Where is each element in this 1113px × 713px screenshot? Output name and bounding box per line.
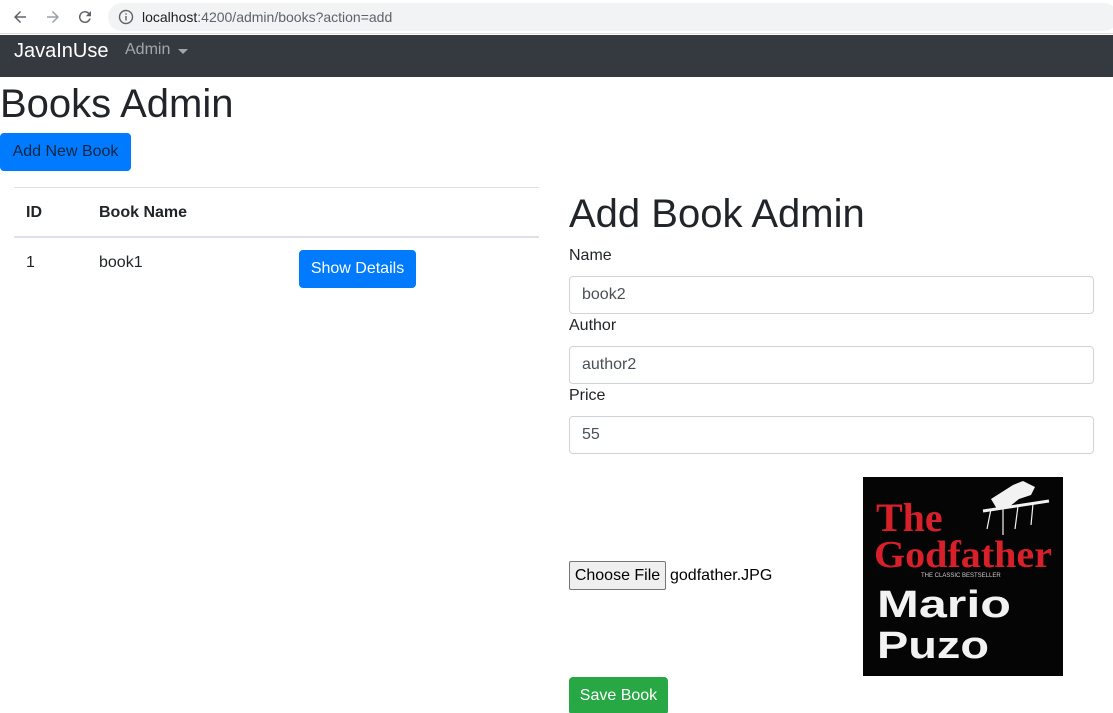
page-title: Books Admin (0, 82, 234, 126)
book-cover-image: The Godfather THE CLASSIC BESTSELLER Mar… (863, 477, 1063, 676)
cover-tagline: THE CLASSIC BESTSELLER (921, 573, 1001, 579)
price-label: Price (569, 387, 606, 404)
browser-toolbar: localhost:4200/admin/books?action=add (0, 0, 1113, 34)
reload-icon[interactable] (73, 5, 97, 29)
price-input[interactable] (569, 416, 1094, 454)
cover-title-line2: Godfather (874, 534, 1052, 576)
add-new-book-button[interactable]: Add New Book (0, 133, 131, 171)
show-details-button[interactable]: Show Details (299, 250, 416, 288)
table-divider (14, 187, 539, 188)
choose-file-button[interactable]: Choose File (569, 561, 666, 590)
cover-author-line1: Mario (877, 584, 1011, 626)
info-icon[interactable] (118, 9, 134, 25)
save-book-button[interactable]: Save Book (569, 677, 668, 713)
author-input[interactable] (569, 346, 1094, 384)
navbar-brand[interactable]: JavaInUse (14, 40, 109, 63)
admin-dropdown-label: Admin (125, 41, 171, 58)
table-header-id: ID (26, 204, 42, 221)
row-id-cell: 1 (26, 254, 35, 271)
app-navbar: JavaInUse Admin (0, 35, 1113, 77)
name-input[interactable] (569, 276, 1094, 314)
row-name-cell: book1 (99, 254, 143, 271)
address-bar[interactable]: localhost:4200/admin/books?action=add (108, 3, 1113, 31)
form-title: Add Book Admin (569, 192, 865, 236)
cover-author-line2: Puzo (877, 625, 989, 667)
name-label: Name (569, 247, 612, 264)
author-label: Author (569, 317, 617, 334)
admin-dropdown[interactable]: Admin (125, 41, 189, 59)
selected-file-name: godfather.JPG (670, 567, 773, 584)
table-header-divider (14, 236, 539, 238)
godfather-cover-art: The Godfather THE CLASSIC BESTSELLER Mar… (863, 477, 1063, 676)
table-header-book-name: Book Name (99, 204, 188, 221)
forward-arrow-icon[interactable] (41, 5, 65, 29)
back-arrow-icon[interactable] (8, 5, 32, 29)
url-text: localhost:4200/admin/books?action=add (142, 9, 393, 25)
caret-down-icon (178, 48, 189, 54)
